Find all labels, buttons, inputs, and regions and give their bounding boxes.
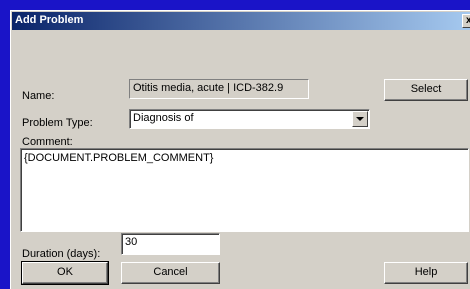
comment-label: Comment: (22, 136, 73, 148)
select-button[interactable]: Select (384, 79, 468, 101)
problem-type-dropdown-button[interactable] (352, 111, 368, 127)
chevron-down-icon (356, 117, 364, 121)
add-problem-dialog: Add Problem x Name: Otitis media, acute … (10, 10, 470, 289)
comment-value: {DOCUMENT.PROBLEM_COMMENT} (24, 152, 214, 164)
help-button[interactable]: Help (384, 262, 468, 284)
problem-type-select[interactable]: Diagnosis of (129, 109, 370, 129)
cancel-button-label: Cancel (153, 266, 188, 278)
window-title: Add Problem (15, 14, 84, 26)
ok-button[interactable]: OK (21, 261, 109, 285)
select-button-label: Select (410, 83, 442, 95)
cancel-button[interactable]: Cancel (121, 262, 220, 284)
name-value: Otitis media, acute | ICD-382.9 (129, 79, 309, 99)
ok-button-label: OK (57, 266, 73, 278)
duration-input[interactable]: 30 (121, 233, 220, 255)
title-bar[interactable]: Add Problem x (12, 12, 470, 30)
duration-label: Duration (days): (22, 248, 101, 260)
name-label: Name: (22, 90, 55, 102)
close-icon: x (466, 15, 470, 26)
close-button[interactable]: x (462, 14, 470, 28)
duration-value: 30 (125, 236, 138, 248)
help-button-label: Help (414, 266, 438, 278)
problem-type-label: Problem Type: (22, 117, 93, 129)
comment-textarea[interactable]: {DOCUMENT.PROBLEM_COMMENT} (20, 148, 469, 232)
problem-type-value: Diagnosis of (133, 112, 194, 124)
